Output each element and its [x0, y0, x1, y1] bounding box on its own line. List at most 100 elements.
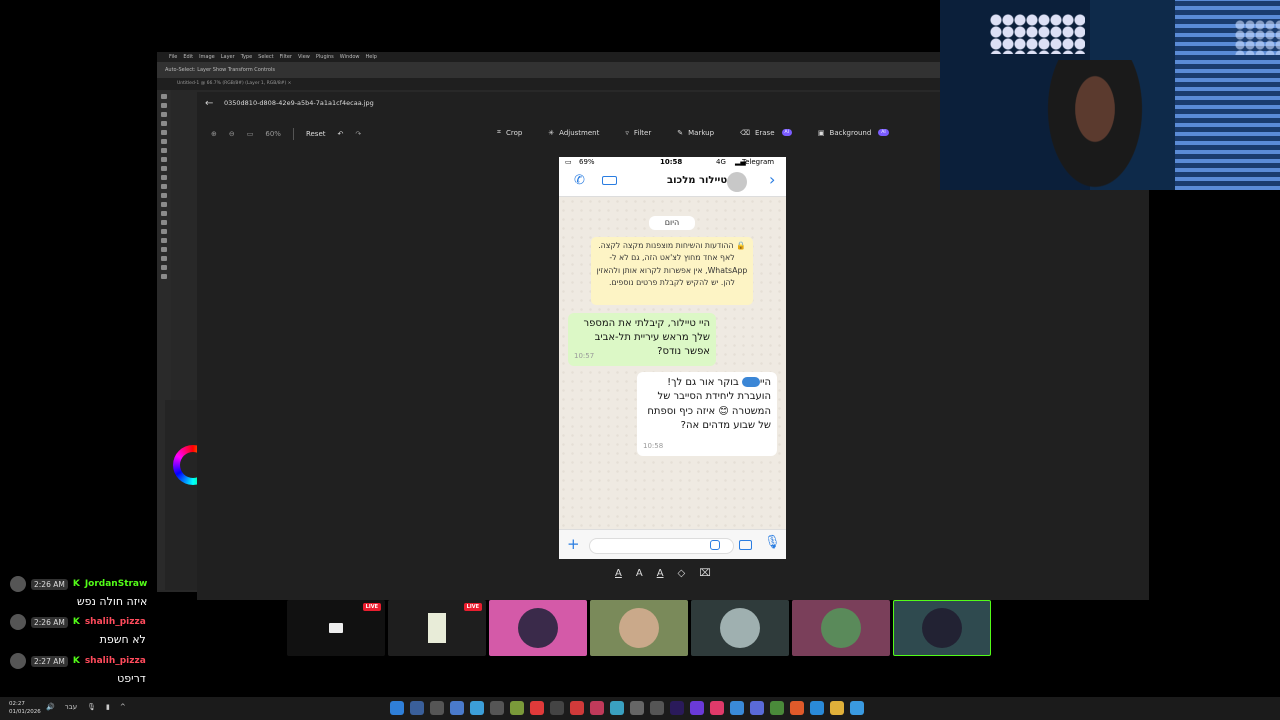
sticker-icon[interactable]	[710, 540, 720, 550]
filter-button[interactable]: ▿ Filter	[625, 128, 651, 137]
ps-menu-layer[interactable]: Layer	[221, 54, 235, 60]
plus-icon[interactable]: +	[567, 535, 580, 553]
brush-tool-icon[interactable]	[161, 166, 167, 171]
chevron-up-icon[interactable]: ^	[120, 703, 126, 711]
app-icon[interactable]	[690, 701, 704, 715]
app-icon[interactable]	[630, 701, 644, 715]
contact-avatar[interactable]	[727, 172, 747, 192]
markup-button[interactable]: ✎ Markup	[677, 128, 714, 137]
path-select-icon[interactable]	[161, 247, 167, 252]
app-icon[interactable]	[750, 701, 764, 715]
ps-options-text[interactable]: Auto-Select: Layer Show Transform Contro…	[165, 67, 275, 73]
ps-menu-image[interactable]: Image	[199, 54, 215, 60]
ps-menu-edit[interactable]: Edit	[183, 54, 193, 60]
stamp-tool-icon[interactable]	[161, 175, 167, 180]
crop-button[interactable]: ⌗ Crop	[497, 128, 522, 137]
chrome-icon[interactable]	[770, 701, 784, 715]
select-tool-icon[interactable]	[161, 121, 167, 126]
erase-button[interactable]: ⌫ Erase AI	[740, 128, 792, 137]
zoom-tool-icon[interactable]	[161, 274, 167, 279]
edge-icon[interactable]	[810, 701, 824, 715]
text-highlight-icon[interactable]: A	[657, 568, 664, 579]
ps-menu-window[interactable]: Window	[340, 54, 360, 60]
taskbar-clock[interactable]: 02:27 01/01/2026	[9, 700, 41, 716]
lasso-tool-icon[interactable]	[161, 112, 167, 117]
folder-icon[interactable]	[830, 701, 844, 715]
app-icon[interactable]	[650, 701, 664, 715]
undo-icon[interactable]: ↶	[338, 130, 344, 138]
healing-tool-icon[interactable]	[161, 157, 167, 162]
app-icon[interactable]	[410, 701, 424, 715]
stream-tile[interactable]	[489, 600, 587, 656]
shape-tool-icon[interactable]	[161, 256, 167, 261]
microphone-icon[interactable]: 🎙	[764, 535, 781, 550]
stream-tile[interactable]	[893, 600, 991, 656]
text-outline-icon[interactable]: A	[636, 568, 643, 579]
speaker-icon[interactable]: 🔊	[46, 703, 55, 711]
ps-menu-type[interactable]: Type	[241, 54, 252, 60]
pen-tool-icon[interactable]	[161, 229, 167, 234]
blur-tool-icon[interactable]	[161, 211, 167, 216]
clear-icon[interactable]: ⌧	[699, 568, 711, 579]
background-button[interactable]: ▣ Background AI	[818, 128, 889, 137]
history-brush-icon[interactable]	[161, 184, 167, 189]
app-icon[interactable]	[390, 701, 404, 715]
ps-menu-help[interactable]: Help	[366, 54, 377, 60]
move-tool-icon[interactable]	[161, 94, 167, 99]
app-icon[interactable]	[430, 701, 444, 715]
ps-menu-filter[interactable]: Filter	[280, 54, 292, 60]
app-icon[interactable]	[470, 701, 484, 715]
app-icon[interactable]	[850, 701, 864, 715]
camera-icon[interactable]	[739, 540, 752, 550]
stream-tile[interactable]	[590, 600, 688, 656]
language-indicator[interactable]: עבר	[65, 703, 77, 711]
chat-username[interactable]: JordanStraw	[85, 579, 148, 589]
app-icon[interactable]	[550, 701, 564, 715]
app-icon[interactable]	[610, 701, 624, 715]
brave-icon[interactable]	[790, 701, 804, 715]
fit-screen-icon[interactable]: ▭	[247, 130, 254, 138]
app-icon[interactable]	[710, 701, 724, 715]
ps-menu-view[interactable]: View	[298, 54, 310, 60]
app-icon[interactable]	[510, 701, 524, 715]
chat-username[interactable]: shalih_pizza	[85, 656, 146, 666]
phone-call-icon[interactable]: ✆	[574, 173, 585, 188]
app-icon[interactable]	[490, 701, 504, 715]
dodge-tool-icon[interactable]	[161, 220, 167, 225]
eraser-tool-icon[interactable]	[161, 193, 167, 198]
reset-button[interactable]: Reset	[306, 130, 326, 138]
text-tool-icon[interactable]: A	[615, 568, 622, 579]
eyedropper-tool-icon[interactable]	[161, 148, 167, 153]
frame-tool-icon[interactable]	[161, 139, 167, 144]
app-icon[interactable]	[670, 701, 684, 715]
type-tool-icon[interactable]	[161, 238, 167, 243]
photoshop-document-tab[interactable]: Untitled-1 @ 66.7% (RGB/8#) (Layer 1, RG…	[157, 78, 947, 90]
video-call-icon[interactable]	[602, 176, 617, 185]
app-icon[interactable]	[590, 701, 604, 715]
battery-icon[interactable]: ▮	[106, 703, 110, 711]
stream-tile[interactable]: LIVE	[287, 600, 385, 656]
app-icon[interactable]	[570, 701, 584, 715]
ps-menu-plugins[interactable]: Plugins	[316, 54, 334, 60]
stream-tile[interactable]	[691, 600, 789, 656]
crop-tool-icon[interactable]	[161, 130, 167, 135]
zoom-in-icon[interactable]: ⊕	[211, 130, 217, 138]
microphone-icon[interactable]: 🎙	[87, 703, 96, 711]
hand-tool-icon[interactable]	[161, 265, 167, 270]
back-arrow-icon[interactable]: ←	[205, 98, 213, 109]
ps-menu-select[interactable]: Select	[258, 54, 273, 60]
marquee-tool-icon[interactable]	[161, 103, 167, 108]
stream-tile[interactable]	[792, 600, 890, 656]
app-icon[interactable]	[450, 701, 464, 715]
adjustment-button[interactable]: ✳ Adjustment	[548, 128, 599, 137]
app-icon[interactable]	[730, 701, 744, 715]
gradient-tool-icon[interactable]	[161, 202, 167, 207]
eraser-icon[interactable]: ◇	[678, 568, 686, 579]
stream-tile[interactable]: LIVE	[388, 600, 486, 656]
chevron-right-icon[interactable]: ›	[769, 170, 775, 189]
redo-icon[interactable]: ↷	[355, 130, 361, 138]
encryption-notice[interactable]: 🔒 ההודעות והשיחות מוצפנות מקצה לקצה. לאף…	[591, 237, 753, 305]
zoom-out-icon[interactable]: ⊖	[229, 130, 235, 138]
app-icon[interactable]	[530, 701, 544, 715]
chat-username[interactable]: shalih_pizza	[85, 617, 146, 627]
